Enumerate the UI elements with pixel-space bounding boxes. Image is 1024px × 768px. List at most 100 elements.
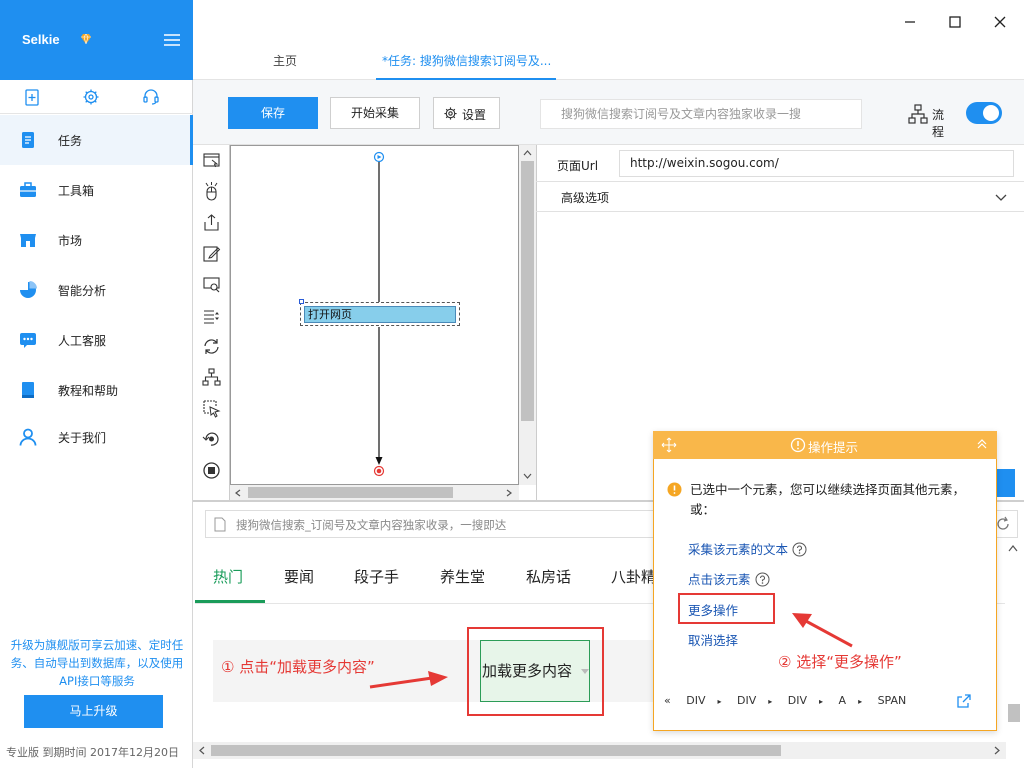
browser-tab-private[interactable]: 私房话 [526, 566, 571, 587]
browser-tab-jokes[interactable]: 段子手 [354, 566, 399, 587]
breadcrumb-item[interactable]: DIV [737, 694, 756, 707]
breadcrumb-separator: ▸ [768, 697, 773, 706]
annotation-arrow-icon [792, 613, 853, 648]
link-cancel-selection[interactable]: 取消选择 [688, 630, 738, 649]
advanced-options-label: 高级选项 [561, 191, 610, 205]
switch-window-tool-icon[interactable] [202, 430, 221, 449]
sidebar-item-label: 人工客服 [58, 333, 107, 348]
hamburger-menu-icon[interactable] [163, 33, 181, 47]
upgrade-button[interactable]: 马上升级 [24, 695, 163, 728]
loop-tool-icon[interactable] [202, 337, 221, 356]
scrollbar-thumb[interactable] [521, 161, 534, 421]
help-icon[interactable] [792, 542, 807, 557]
annotation-step-2: ② 选择“更多操作” [778, 653, 902, 671]
click-tool-icon[interactable] [202, 182, 221, 201]
move-icon[interactable] [661, 437, 677, 453]
sidebar-item-label: 任务 [58, 133, 83, 148]
sidebar-item-label: 工具箱 [58, 183, 95, 198]
scroll-right-icon[interactable] [993, 746, 1001, 755]
scroll-left-icon[interactable] [198, 746, 206, 755]
minimize-icon[interactable] [900, 12, 920, 32]
branch-tool-icon[interactable] [202, 368, 221, 387]
warning-icon [667, 482, 682, 497]
sidebar-item-market[interactable]: 市场 [0, 215, 193, 265]
browser-tab-news[interactable]: 要闻 [284, 566, 314, 587]
headset-icon[interactable] [142, 88, 160, 106]
tab-home[interactable]: 主页 [273, 52, 297, 69]
advanced-options-row[interactable] [536, 182, 1024, 212]
external-link-icon[interactable] [956, 693, 972, 709]
url-input[interactable]: http://weixin.sogou.com/ [619, 150, 1014, 177]
document-icon [22, 132, 34, 148]
alert-circle-icon [790, 437, 806, 453]
settings-button[interactable]: 设置 [433, 97, 500, 129]
browser-tab-health[interactable]: 养生堂 [440, 566, 485, 587]
extract-tool-icon[interactable] [202, 213, 221, 232]
breadcrumb-item[interactable]: DIV [686, 694, 705, 707]
toolbox-icon [20, 182, 36, 197]
browser-tab-hot[interactable]: 热门 [213, 566, 243, 587]
select-tool-icon[interactable] [202, 306, 221, 325]
flow-node-label: 打开网页 [304, 306, 456, 323]
maximize-icon[interactable] [945, 12, 965, 32]
tip-message: 已选中一个元素，您可以继续选择页面其他元素，或： [690, 482, 966, 517]
divider [0, 113, 193, 114]
pie-chart-icon [20, 281, 37, 298]
flow-node-open-page[interactable]: 打开网页 [299, 299, 460, 326]
hidden-button-edge [997, 469, 1015, 497]
scrollbar-thumb[interactable] [211, 745, 781, 756]
link-label: 点击该元素 [688, 572, 751, 587]
mouse-over-tool-icon[interactable] [202, 399, 221, 418]
node-handle [299, 299, 304, 304]
browser-horizontal-scrollbar[interactable] [193, 742, 1006, 759]
collapse-up-icon[interactable] [976, 438, 988, 450]
sidebar-item-help[interactable]: 教程和帮助 [0, 365, 193, 415]
task-name-input[interactable]: 搜狗微信搜索订阅号及文章内容独家收录一搜 [540, 99, 862, 129]
scroll-left-icon[interactable] [234, 489, 241, 497]
sidebar-item-task[interactable]: 任务 [0, 115, 193, 165]
save-button[interactable]: 保存 [228, 97, 318, 129]
captcha-tool-icon[interactable] [202, 275, 221, 294]
browser-tab-gossip[interactable]: 八卦精 [611, 566, 656, 587]
app-name: Selkie [22, 32, 60, 47]
link-click-element[interactable]: 点击该元素 [688, 569, 770, 588]
sidebar-item-analysis[interactable]: 智能分析 [0, 265, 193, 315]
gear-icon[interactable] [82, 88, 100, 106]
close-icon[interactable] [990, 12, 1010, 32]
scrollbar-thumb[interactable] [248, 487, 453, 498]
help-icon[interactable] [755, 572, 770, 587]
scroll-down-icon[interactable] [523, 473, 532, 480]
refresh-icon[interactable] [995, 516, 1011, 532]
breadcrumb-item[interactable]: SPAN [878, 694, 907, 707]
browser-vertical-scrollbar[interactable] [1006, 540, 1022, 740]
stop-tool-icon[interactable] [202, 461, 221, 480]
breadcrumb-item[interactable]: A [839, 694, 847, 707]
add-task-icon[interactable] [23, 88, 41, 106]
canvas-vertical-scrollbar[interactable] [519, 145, 536, 485]
canvas-horizontal-scrollbar[interactable] [230, 485, 519, 500]
link-label: 采集该元素的文本 [688, 542, 789, 557]
scrollbar-thumb[interactable] [1008, 704, 1020, 722]
start-collect-button[interactable]: 开始采集 [330, 97, 420, 129]
chevron-down-icon[interactable] [995, 192, 1007, 202]
tip-header[interactable]: 操作提示 [653, 431, 997, 459]
breadcrumb-back-icon[interactable]: « [664, 694, 671, 707]
gear-icon [444, 107, 457, 120]
book-icon [22, 382, 34, 398]
link-collect-text[interactable]: 采集该元素的文本 [688, 539, 807, 558]
settings-label: 设置 [462, 108, 487, 122]
sidebar-item-about[interactable]: 关于我们 [0, 412, 193, 462]
breadcrumb-separator: ▸ [819, 697, 824, 706]
open-page-tool-icon[interactable] [202, 151, 221, 170]
tab-task[interactable]: *任务: 搜狗微信搜索订阅号及... [382, 52, 551, 69]
scroll-up-icon[interactable] [523, 149, 532, 156]
breadcrumb-separator: ▸ [858, 697, 863, 706]
sidebar-item-support[interactable]: 人工客服 [0, 315, 193, 365]
input-text-tool-icon[interactable] [202, 244, 221, 263]
scroll-up-icon[interactable] [1008, 544, 1018, 552]
breadcrumb-item[interactable]: DIV [788, 694, 807, 707]
version-status: 专业版 到期时间 2017年12月20日 [6, 746, 179, 759]
scroll-right-icon[interactable] [506, 489, 513, 497]
sidebar-item-toolbox[interactable]: 工具箱 [0, 165, 193, 215]
flow-toggle[interactable] [966, 102, 1002, 124]
